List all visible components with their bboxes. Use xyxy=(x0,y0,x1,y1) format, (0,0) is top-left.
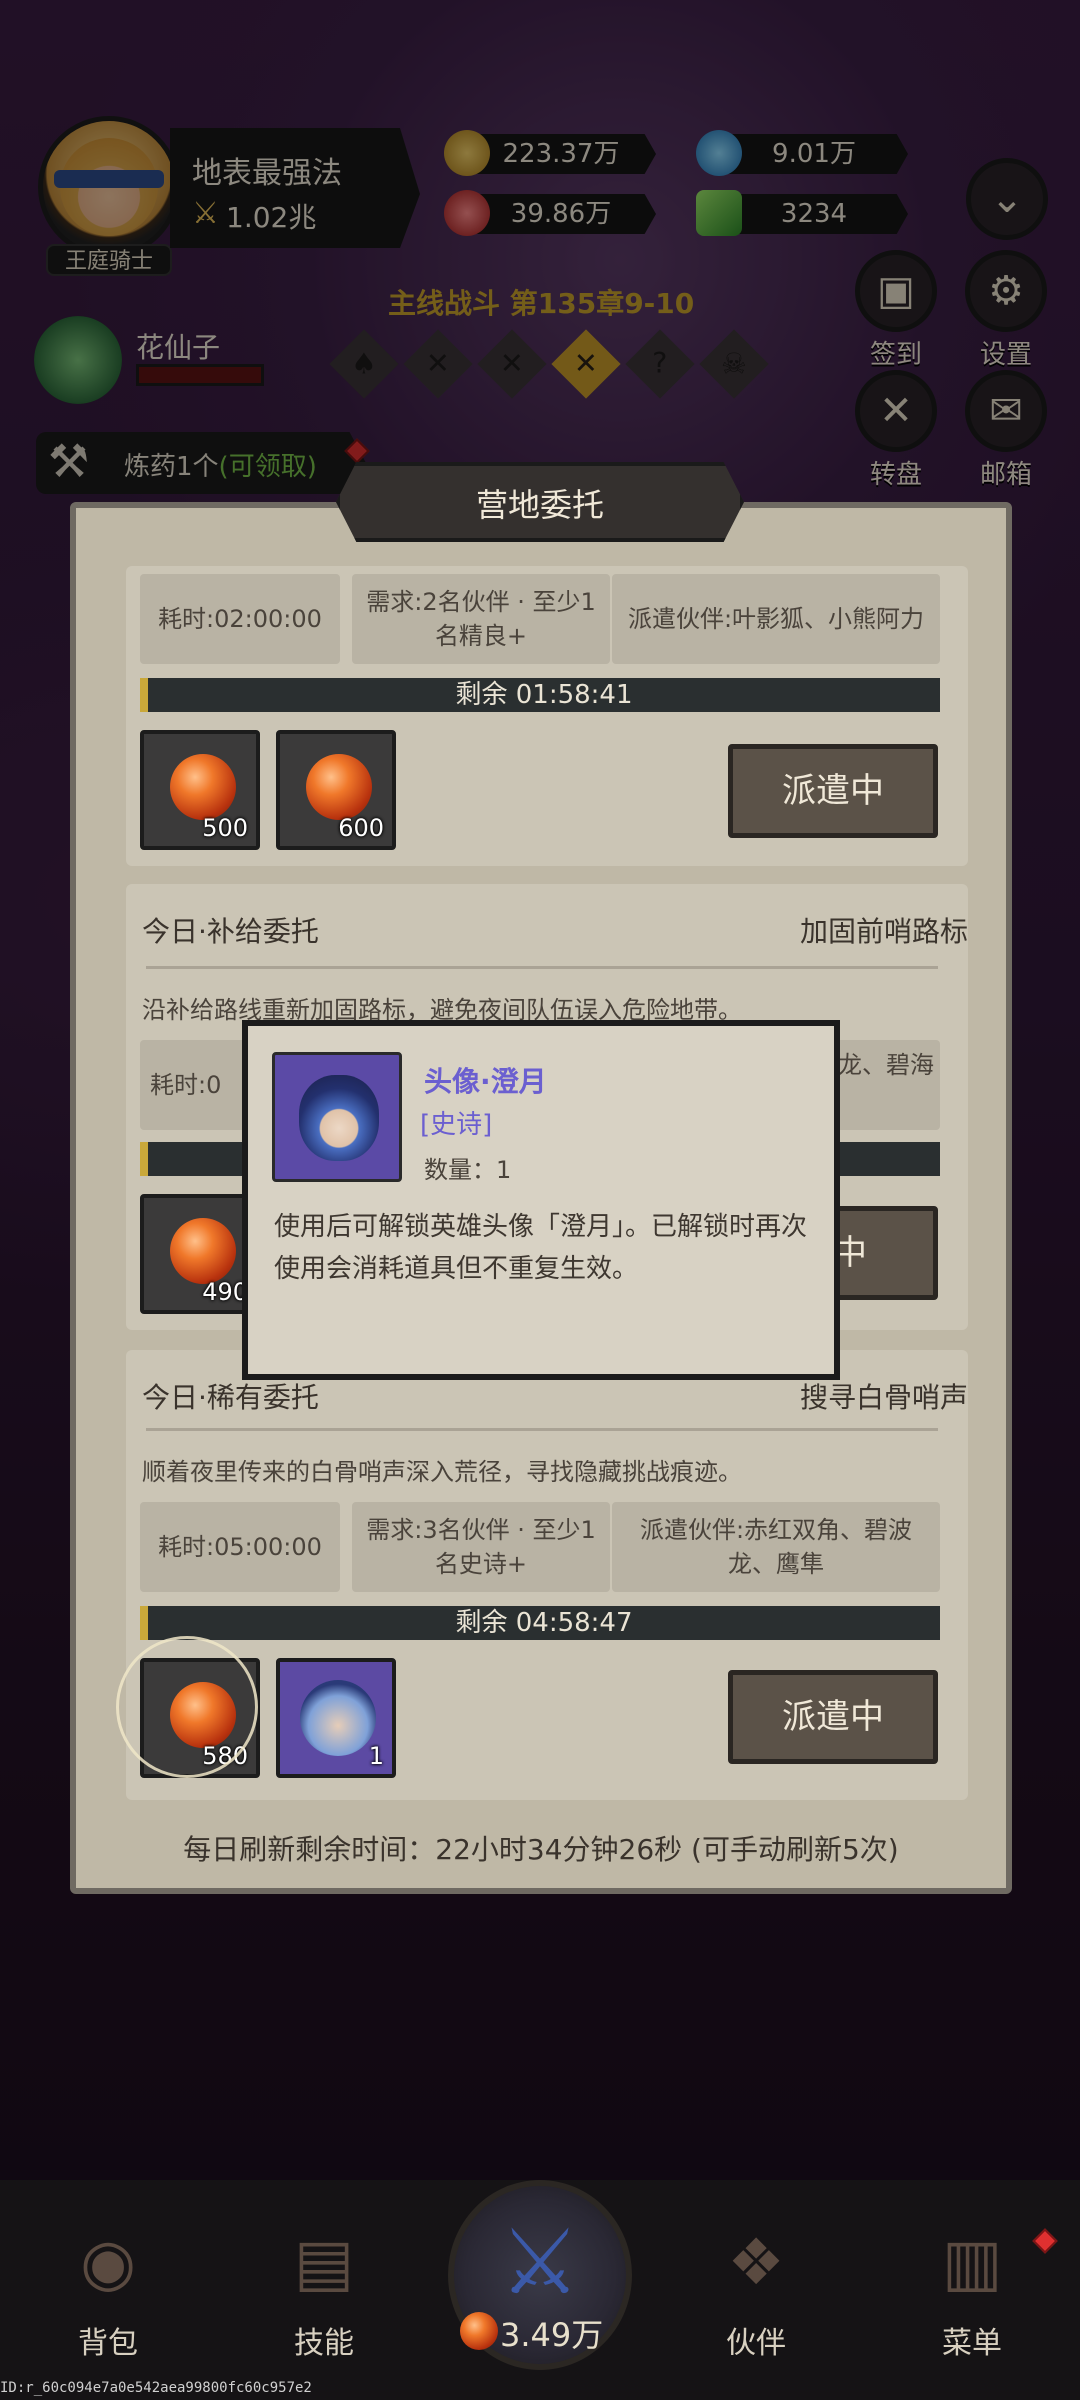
nav-partners[interactable]: ❖ 伙伴 xyxy=(676,2208,836,2362)
nav-menu[interactable]: ▥ 菜单 xyxy=(892,2208,1052,2362)
dispatching-button[interactable]: 派遣中 xyxy=(728,1670,938,1764)
dispatching-button[interactable]: 派遣中 xyxy=(728,744,938,838)
mission-requirement: 需求:3名伙伴 · 至少1名史诗+ xyxy=(352,1502,610,1592)
hero-avatar-icon xyxy=(300,1680,376,1756)
debug-id: ID:r_60c094e7a0e542aea99800fc60c957e2 xyxy=(0,2380,312,2396)
mission-dispatched: 派遣伙伴:赤红双角、碧波龙、鹰隼 xyxy=(612,1502,940,1592)
reward-qty: 600 xyxy=(338,814,384,842)
item-rarity: [史诗] xyxy=(420,1110,493,1140)
bag-icon: ◉ xyxy=(80,2226,136,2300)
reward-slot[interactable]: 600 xyxy=(276,730,396,850)
mission-description: 顺着夜里传来的白骨哨声深入荒径，寻找隐藏挑战痕迹。 xyxy=(142,1458,742,1486)
hero-avatar-icon xyxy=(299,1075,379,1161)
nav-partners-label: 伙伴 xyxy=(726,2326,786,2361)
mission-duration: 耗时:02:00:00 xyxy=(140,574,340,664)
nav-skills[interactable]: ▤ 技能 xyxy=(244,2208,404,2362)
nav-bag[interactable]: ◉ 背包 xyxy=(28,2208,188,2362)
mission-timer: 剩余 01:58:41 xyxy=(140,678,940,712)
reward-slot[interactable]: 500 xyxy=(140,730,260,850)
reward-qty: 1 xyxy=(368,1742,384,1770)
fire-orb-icon xyxy=(460,2312,498,2350)
mission-timer: 剩余 04:58:47 xyxy=(140,1606,940,1640)
mission-duration: 耗时:05:00:00 xyxy=(140,1502,340,1592)
wings-icon: ❖ xyxy=(727,2226,785,2300)
daily-refresh-timer: 每日刷新剩余时间：22小时34分钟26秒 (可手动刷新5次) xyxy=(183,1833,899,1866)
reward-slot-avatar[interactable]: 1 xyxy=(276,1658,396,1778)
tap-highlight-ring xyxy=(116,1636,258,1778)
mission-type: 今日·稀有委托 xyxy=(142,1381,319,1414)
nav-skills-label: 技能 xyxy=(294,2326,354,2361)
battle-value: 3.49万 xyxy=(500,2316,604,2354)
divider xyxy=(146,1428,938,1431)
reward-qty: 500 xyxy=(202,814,248,842)
mission-type: 今日·补给委托 xyxy=(142,915,319,948)
mission-name: 加固前哨路标 xyxy=(799,915,968,948)
mission-name: 搜寻白骨哨声 xyxy=(799,1381,968,1414)
mission-requirement: 需求:2名伙伴 · 至少1名精良+ xyxy=(352,574,610,664)
divider xyxy=(146,966,938,969)
nav-menu-label: 菜单 xyxy=(942,2326,1002,2361)
fire-orb-icon xyxy=(170,754,236,820)
item-image xyxy=(272,1052,402,1182)
item-name: 头像·澄月 xyxy=(424,1065,547,1098)
fire-orb-icon xyxy=(306,754,372,820)
mission-dispatched: 派遣伙伴:叶影狐、小熊阿力 xyxy=(612,574,940,664)
modal-title: 营地委托 xyxy=(475,486,604,524)
item-description: 使用后可解锁英雄头像「澄月」。已解锁时再次使用会消耗道具但不重复生效。 xyxy=(274,1212,808,1284)
fire-orb-icon xyxy=(170,1218,236,1284)
crossed-swords-icon: ⚔ xyxy=(499,2210,581,2315)
scroll-icon: ▤ xyxy=(293,2226,355,2300)
nav-bag-label: 背包 xyxy=(78,2326,138,2361)
book-icon: ▥ xyxy=(941,2226,1003,2300)
item-count: 数量：1 xyxy=(424,1156,512,1184)
